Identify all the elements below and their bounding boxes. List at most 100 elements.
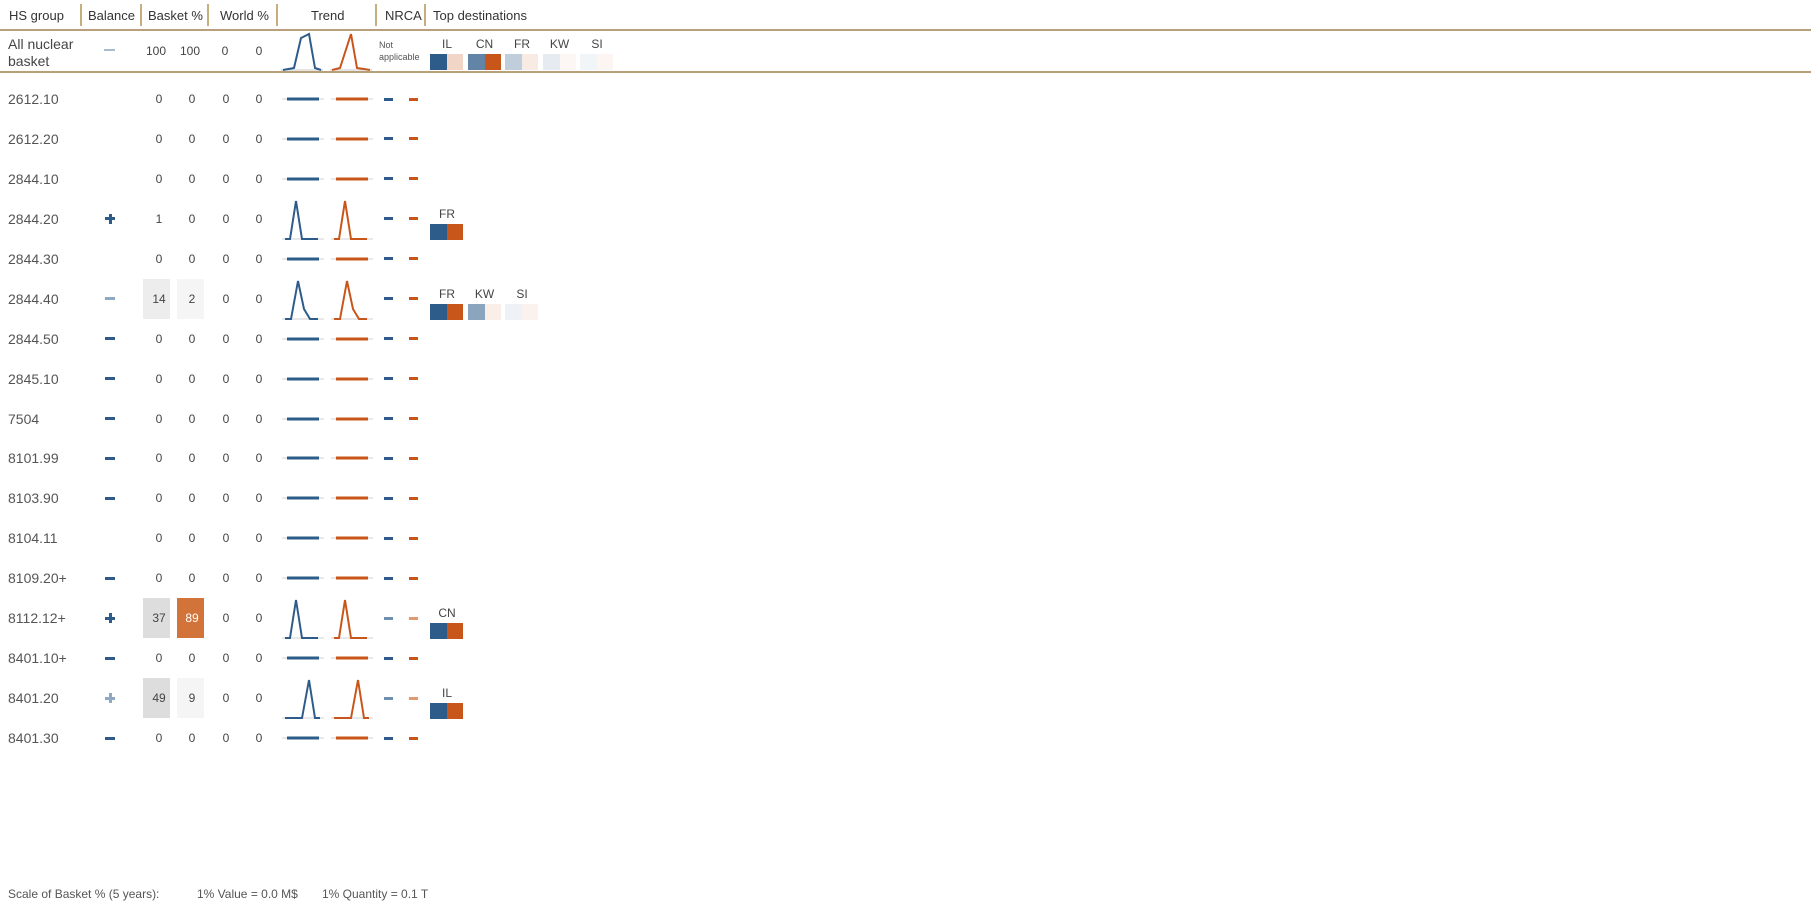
trend-export-sparkline (282, 656, 324, 660)
hs-code-label[interactable]: 8401.20 (8, 690, 59, 706)
nuclear-basket-table: HS group Balance Basket % World % Trend … (0, 0, 1811, 905)
destination-label-cn[interactable]: CN (467, 37, 503, 51)
destination-label-il[interactable]: IL (429, 686, 465, 700)
destination-import-swatch (447, 54, 463, 70)
destination-import-swatch (559, 54, 576, 70)
destination-label-si[interactable]: SI (579, 37, 615, 51)
hs-code-label[interactable]: 8103.90 (8, 490, 59, 506)
destination-export-swatch (430, 303, 447, 320)
destination-import-swatch (484, 303, 501, 320)
destination-import-swatch (522, 54, 538, 70)
balance-minus-icon (105, 377, 115, 381)
trend-export-sparkline (282, 257, 324, 261)
destination-label-si[interactable]: SI (504, 287, 540, 301)
world-import-value: 0 (255, 531, 263, 546)
hs-code-label[interactable]: 2844.50 (8, 331, 59, 347)
trend-import-sparkline (331, 536, 373, 540)
nrca-import-mark (409, 496, 418, 500)
nrca-import-mark (409, 616, 418, 620)
nrca-import-mark (409, 536, 418, 540)
nrca-export-mark (384, 616, 393, 620)
nrca-export-mark (384, 377, 393, 381)
trend-export-sparkline (282, 200, 324, 240)
destination-label-il[interactable]: IL (429, 37, 465, 51)
nrca-import-mark (409, 337, 418, 341)
world-export-value: 0 (222, 411, 230, 426)
hs-code-label[interactable]: 8401.10+ (8, 650, 67, 666)
trend-import-sparkline (331, 456, 373, 460)
hs-code-label[interactable]: 8112.12+ (8, 610, 66, 626)
destination-label-fr[interactable]: FR (429, 207, 465, 221)
hs-code-label[interactable]: 2845.10 (8, 371, 59, 387)
hs-code-label[interactable]: 2844.30 (8, 251, 59, 267)
basket-export-value: 0 (155, 571, 163, 586)
world-export-value: 0 (222, 731, 230, 746)
destination-label-fr[interactable]: FR (504, 37, 540, 51)
hs-code-label[interactable]: 2612.20 (8, 131, 59, 147)
world-import-value: 0 (255, 611, 263, 626)
world-import-value: 0 (255, 291, 263, 306)
trend-import-sparkline (331, 137, 373, 141)
destination-import-swatch (447, 223, 463, 240)
nrca-export-mark (384, 736, 393, 740)
world-import-value: 0 (255, 371, 263, 386)
balance-plus-icon (108, 693, 112, 704)
destination-label-fr[interactable]: FR (429, 287, 465, 301)
basket-import-value: 0 (188, 451, 196, 466)
hs-code-label[interactable]: 8401.30 (8, 730, 59, 746)
hs-code-label[interactable]: 8104.11 (8, 530, 58, 546)
hs-code-label[interactable]: 8101.99 (8, 450, 59, 466)
hs-code-label[interactable]: 2612.10 (8, 91, 59, 107)
destination-label-kw[interactable]: KW (467, 287, 503, 301)
world-import-value: 0 (255, 571, 263, 586)
destination-export-swatch (505, 303, 522, 320)
world-import-value: 0 (255, 251, 263, 266)
hs-code-label[interactable]: 2844.20 (8, 211, 59, 227)
hs-code-label[interactable]: 2844.40 (8, 291, 59, 307)
basket-import-value: 89 (185, 611, 199, 626)
trend-import-sparkline (331, 417, 373, 421)
world-export-value: 0 (222, 131, 230, 146)
hs-code-label[interactable]: 2844.10 (8, 171, 59, 187)
basket-import-value: 0 (188, 92, 196, 106)
trend-export-sparkline (282, 679, 324, 720)
basket-export-value: 0 (155, 371, 163, 386)
trend-import-sparkline (331, 97, 373, 101)
trend-export-sparkline (282, 337, 324, 341)
basket-export-value: 0 (155, 171, 163, 186)
basket-import-value: 0 (188, 171, 196, 186)
basket-export-value: 1 (155, 211, 163, 226)
world-export-value: 0 (222, 171, 230, 186)
basket-import-value: 0 (188, 731, 196, 746)
destination-import-swatch (447, 703, 463, 720)
balance-minus-icon (105, 576, 115, 580)
basket-import-value: 9 (188, 691, 196, 706)
basket-export-value: 14 (152, 291, 166, 306)
hs-code-label[interactable]: 8109.20+ (8, 570, 67, 586)
balance-minus-icon (105, 496, 115, 500)
world-import-value: 0 (255, 411, 263, 426)
nrca-export-mark (384, 696, 393, 700)
destination-label-cn[interactable]: CN (429, 606, 465, 620)
trend-import-sparkline (331, 656, 373, 660)
balance-minus-icon (105, 417, 115, 421)
trend-export-sparkline (282, 377, 324, 381)
trend-import-sparkline (331, 736, 373, 740)
basket-import-value: 2 (188, 291, 196, 306)
hs-group-rows: 2612.10 0 0 0 0 2612.20 0 0 0 0 2844.10 0 0 0 0 2844.20… (0, 0, 1811, 905)
basket-export-value: 0 (155, 251, 163, 266)
trend-export-sparkline (282, 736, 324, 740)
trend-export-sparkline (282, 97, 324, 101)
basket-export-value: 0 (155, 331, 163, 346)
trend-export-sparkline (282, 280, 324, 320)
destination-export-swatch (542, 54, 560, 70)
hs-code-label[interactable]: 7504 (8, 411, 39, 427)
balance-minus-icon (105, 456, 115, 460)
basket-import-value: 0 (188, 571, 196, 586)
destination-label-kw[interactable]: KW (542, 37, 578, 51)
trend-import-sparkline (331, 280, 373, 320)
basket-export-value: 0 (155, 92, 163, 106)
nrca-export-mark (384, 337, 393, 341)
nrca-export-mark (384, 137, 393, 141)
nrca-import-mark (409, 137, 418, 141)
